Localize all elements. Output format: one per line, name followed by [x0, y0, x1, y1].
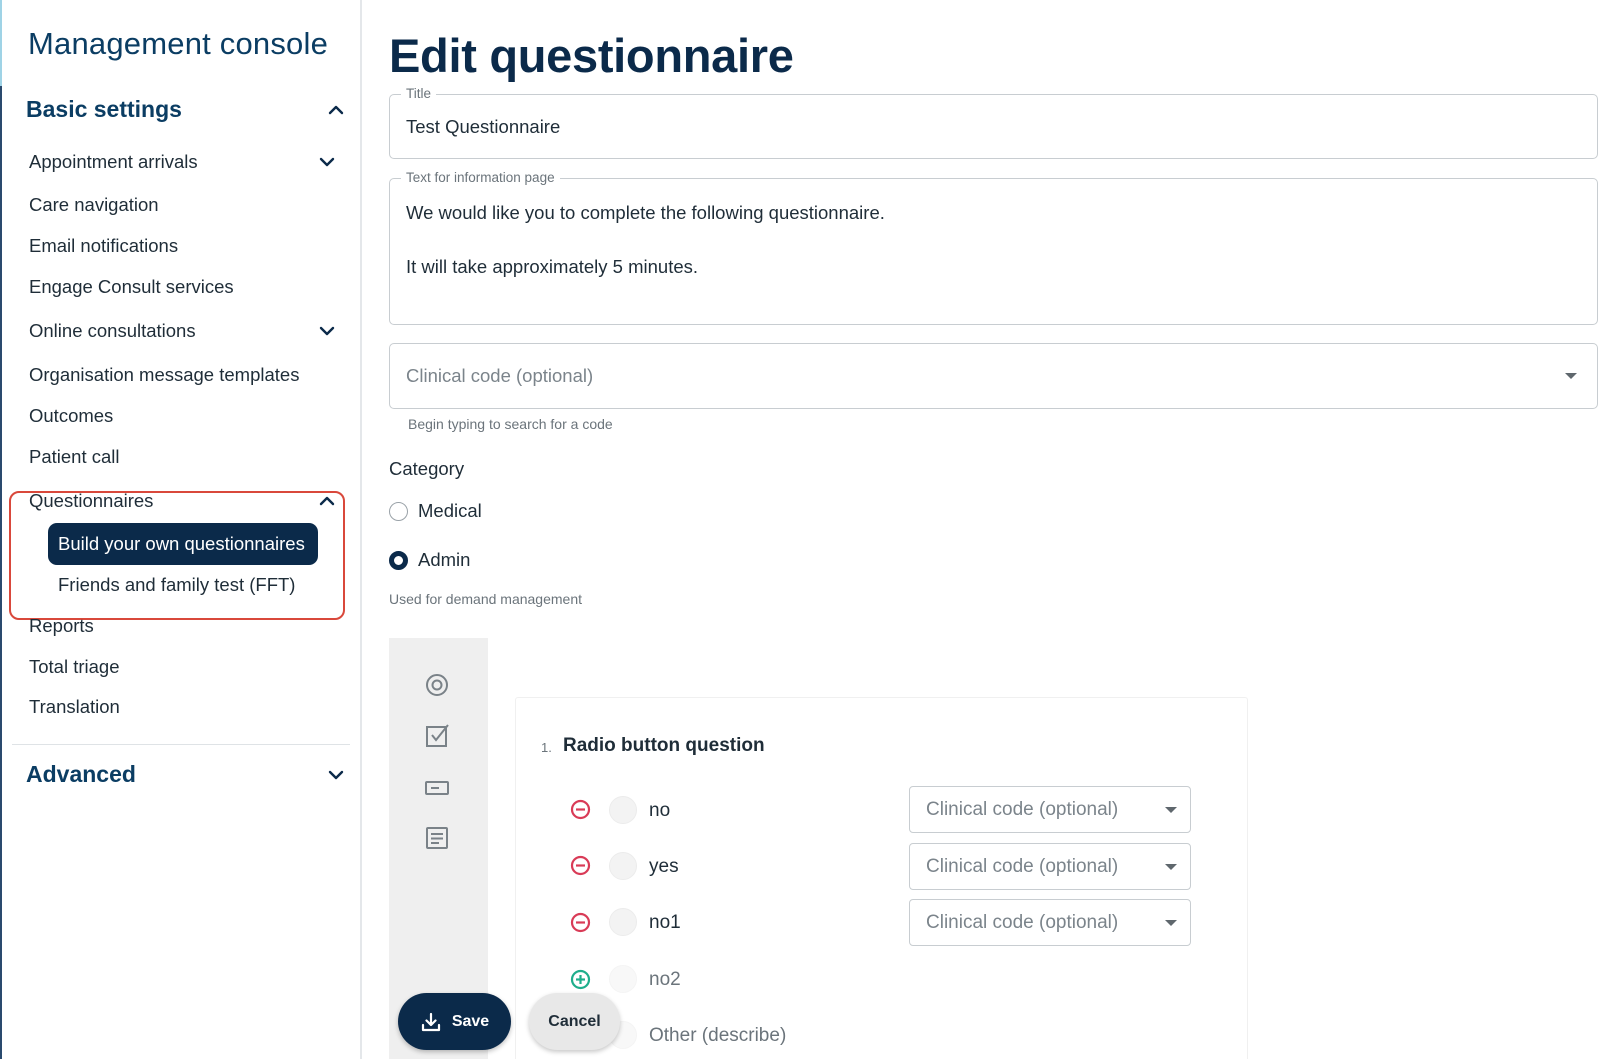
chevron-up-icon[interactable] — [327, 101, 345, 119]
remove-option-icon[interactable] — [570, 912, 591, 933]
category-option-label: Medical — [418, 500, 482, 521]
radio-question-icon[interactable] — [423, 671, 451, 699]
option-radio — [609, 965, 637, 993]
information-text-label: Text for information page — [401, 170, 560, 185]
option-label-no1[interactable]: no1 — [649, 912, 681, 934]
option-radio[interactable] — [609, 908, 637, 936]
sidebar-item-online-consultations[interactable]: Online consultations — [29, 320, 196, 342]
sidebar-item-total-triage[interactable]: Total triage — [29, 656, 120, 678]
option-radio[interactable] — [609, 796, 637, 824]
dropdown-arrow-icon[interactable] — [1165, 807, 1177, 813]
option-clinical-code-placeholder: Clinical code (optional) — [926, 912, 1119, 933]
question-title[interactable]: Radio button question — [563, 735, 765, 757]
console-title: Management console — [28, 26, 329, 61]
download-icon — [421, 1012, 440, 1031]
option-label-no[interactable]: no — [649, 800, 670, 822]
option-label-yes[interactable]: yes — [649, 856, 679, 878]
chevron-down-icon[interactable] — [327, 766, 345, 784]
chevron-down-icon[interactable] — [318, 153, 336, 171]
sidebar-item-translation[interactable]: Translation — [29, 696, 120, 718]
information-text-line-2[interactable]: It will take approximately 5 minutes. — [406, 256, 698, 278]
checkbox-question-icon[interactable] — [423, 722, 451, 750]
text-area-question-icon[interactable] — [423, 824, 451, 852]
radio-unchecked-icon[interactable] — [389, 501, 408, 521]
option-clinical-code-select[interactable]: Clinical code (optional) — [909, 843, 1191, 890]
questionnaires-highlight-box — [9, 491, 345, 620]
category-option-admin[interactable]: Admin — [389, 549, 470, 571]
category-helper: Used for demand management — [389, 591, 582, 607]
question-number: 1. — [541, 740, 552, 755]
sidebar-item-appointment-arrivals[interactable]: Appointment arrivals — [29, 151, 198, 173]
sidebar-item-organisation-message-templates[interactable]: Organisation message templates — [29, 364, 299, 386]
sidebar-item-reports[interactable]: Reports — [29, 615, 94, 637]
remove-option-icon[interactable] — [570, 855, 591, 876]
cancel-button[interactable]: Cancel — [529, 993, 620, 1050]
sidebar-item-email-notifications[interactable]: Email notifications — [29, 235, 178, 257]
sidebar: Management console Basic settings Appoin… — [0, 0, 362, 1059]
radio-checked-icon[interactable] — [389, 550, 408, 570]
sidebar-item-outcomes[interactable]: Outcomes — [29, 405, 113, 427]
cancel-button-label: Cancel — [548, 1012, 601, 1030]
dropdown-arrow-icon[interactable] — [1165, 864, 1177, 870]
category-option-label: Admin — [418, 549, 471, 570]
title-field-value[interactable]: Test Questionnaire — [406, 116, 560, 138]
sidebar-divider — [12, 744, 350, 745]
save-button-label: Save — [451, 1012, 490, 1030]
option-clinical-code-placeholder: Clinical code (optional) — [926, 856, 1119, 877]
information-text-line-1[interactable]: We would like you to complete the follow… — [406, 202, 885, 224]
option-clinical-code-select[interactable]: Clinical code (optional) — [909, 899, 1191, 946]
new-option-placeholder[interactable]: no2 — [649, 969, 681, 991]
clinical-code-helper: Begin typing to search for a code — [408, 416, 613, 432]
sidebar-edge — [0, 0, 2, 1059]
page-title: Edit questionnaire — [389, 29, 794, 82]
information-text-field[interactable]: Text for information page We would like … — [389, 170, 1598, 325]
remove-option-icon[interactable] — [570, 799, 591, 820]
sidebar-edge-accent — [0, 0, 2, 86]
option-clinical-code-select[interactable]: Clinical code (optional) — [909, 786, 1191, 833]
dropdown-arrow-icon[interactable] — [1565, 373, 1577, 379]
category-option-medical[interactable]: Medical — [389, 500, 482, 522]
clinical-code-select[interactable]: Clinical code (optional) — [389, 343, 1598, 409]
save-button[interactable]: Save — [398, 993, 511, 1050]
title-field-label: Title — [401, 86, 437, 101]
option-radio[interactable] — [609, 852, 637, 880]
chevron-down-icon[interactable] — [318, 322, 336, 340]
basic-settings-header[interactable]: Basic settings — [26, 96, 182, 123]
advanced-header[interactable]: Advanced — [26, 761, 136, 788]
clinical-code-placeholder: Clinical code (optional) — [406, 365, 594, 386]
category-label: Category — [389, 458, 465, 479]
other-option-label[interactable]: Other (describe) — [649, 1025, 786, 1047]
dropdown-arrow-icon[interactable] — [1165, 920, 1177, 926]
add-option-icon[interactable] — [570, 969, 591, 990]
text-input-question-icon[interactable] — [423, 774, 451, 802]
sidebar-item-engage-consult-services[interactable]: Engage Consult services — [29, 276, 234, 298]
sidebar-item-patient-call[interactable]: Patient call — [29, 446, 120, 468]
option-clinical-code-placeholder: Clinical code (optional) — [926, 799, 1119, 820]
title-field[interactable]: Title Test Questionnaire — [389, 86, 1598, 159]
sidebar-item-care-navigation[interactable]: Care navigation — [29, 194, 159, 216]
